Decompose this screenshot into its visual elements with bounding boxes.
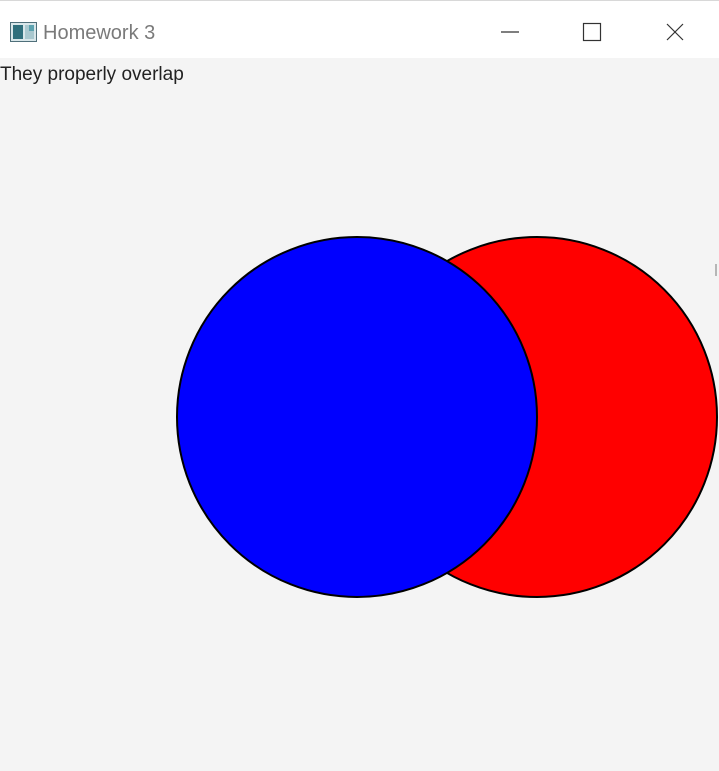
close-button[interactable]	[656, 15, 694, 49]
maximize-button[interactable]	[573, 15, 611, 49]
minimize-icon	[501, 31, 519, 33]
window-edge-mark	[715, 264, 717, 276]
close-icon	[666, 23, 684, 41]
maximize-icon	[582, 22, 602, 42]
minimize-button[interactable]	[491, 15, 529, 49]
title-bar[interactable]: Homework 3	[0, 0, 719, 58]
app-window: Homework 3 They properly overlap	[0, 0, 719, 771]
blue-circle	[176, 236, 538, 598]
app-icon	[10, 22, 37, 42]
content-pane: They properly overlap	[0, 58, 719, 771]
window-title: Homework 3	[43, 22, 156, 44]
drawing-canvas	[176, 236, 718, 598]
overlap-status-text: They properly overlap	[0, 64, 184, 85]
